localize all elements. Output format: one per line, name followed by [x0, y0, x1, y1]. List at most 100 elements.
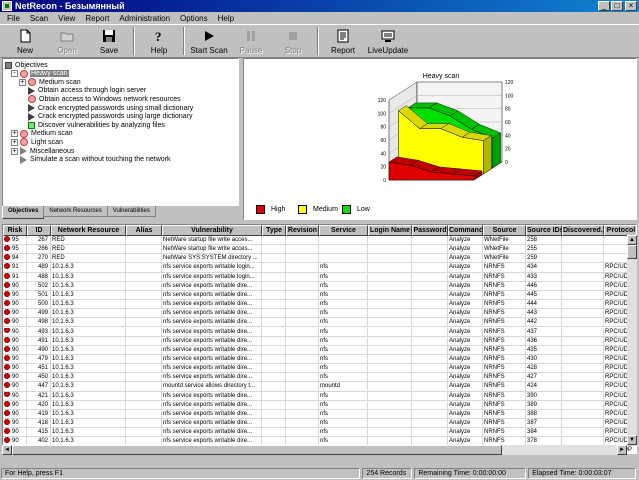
column-header[interactable]: Revision: [286, 225, 319, 236]
tree-item[interactable]: Obtain access through login server: [19, 86, 147, 95]
table-row[interactable]: 90 499 10.1.6.3 nfs service exports writabl…: [3, 309, 636, 319]
scroll-thumb-horizontal[interactable]: [12, 445, 502, 455]
column-header[interactable]: Risk: [3, 225, 27, 236]
pause-button[interactable]: Pause: [230, 25, 272, 57]
column-header[interactable]: Password: [412, 225, 448, 236]
table-cell: [262, 263, 286, 273]
menu-file[interactable]: File: [2, 14, 25, 23]
minimize-button[interactable]: _: [598, 1, 610, 11]
new-button[interactable]: New: [4, 25, 46, 57]
tree-item[interactable]: + Light scan: [11, 138, 64, 147]
grid-horizontal-scrollbar[interactable]: ◄ ►: [2, 445, 627, 455]
table-row[interactable]: 90 500 10.1.6.3 nfs service exports writabl…: [3, 300, 636, 310]
column-header[interactable]: Alias: [126, 225, 162, 236]
tree-item[interactable]: + Miscellaneous: [11, 147, 75, 155]
menu-options[interactable]: Options: [175, 14, 213, 23]
report-button[interactable]: Report: [322, 25, 364, 57]
column-header[interactable]: Network Resource: [51, 225, 126, 236]
tree-item[interactable]: Crack encrypted passwords using small di…: [19, 104, 194, 112]
tree-item[interactable]: - Heavy scan: [11, 69, 69, 78]
table-row[interactable]: 90 491 10.1.6.3 nfs service exports writabl…: [3, 336, 636, 346]
menu-administration[interactable]: Administration: [114, 14, 175, 23]
table-cell: nfs: [319, 345, 368, 355]
risk-high-icon: [4, 327, 10, 334]
column-header[interactable]: Source: [483, 225, 526, 236]
maximize-button[interactable]: □: [611, 1, 623, 11]
column-header[interactable]: ID: [27, 225, 51, 236]
table-row[interactable]: 90 418 10.1.6.3 nfs service exports writabl…: [3, 419, 636, 429]
menu-view[interactable]: View: [53, 14, 80, 23]
scroll-down-button[interactable]: ▼: [627, 435, 637, 445]
scroll-up-button[interactable]: ▲: [627, 235, 637, 245]
grid-vertical-scrollbar[interactable]: ▲ ▼: [627, 235, 637, 445]
tree-item[interactable]: + Medium scan: [19, 78, 82, 87]
column-header[interactable]: Source IDs: [526, 225, 562, 236]
scroll-left-button[interactable]: ◄: [2, 445, 12, 455]
tab-network-resources[interactable]: Network Resources: [43, 206, 108, 217]
table-row[interactable]: 91 489 10.1.6.3 nfs service exports writabl…: [3, 263, 636, 273]
open-button[interactable]: Open: [46, 25, 88, 57]
liveupdate-button[interactable]: LiveUpdate: [364, 25, 412, 57]
start-scan-button-label: Start Scan: [190, 46, 228, 55]
start-scan-button[interactable]: Start Scan: [188, 25, 230, 57]
column-header[interactable]: Type: [262, 225, 286, 236]
tree-item[interactable]: Discover vulnerabilities by analyzing fi…: [19, 121, 166, 129]
table-cell: 267: [27, 236, 51, 246]
table-row[interactable]: 90 421 10.1.6.3 nfs service exports writabl…: [3, 391, 636, 401]
table-row[interactable]: 95 267 RED NetWare startup file write acces…: [3, 236, 636, 246]
table-row[interactable]: 91 488 10.1.6.3 nfs service exports writabl…: [3, 272, 636, 282]
risk-value: 90: [12, 392, 19, 399]
table-row[interactable]: 90 420 10.1.6.3 nfs service exports writabl…: [3, 400, 636, 410]
expand-icon[interactable]: +: [11, 130, 18, 138]
tab-vulnerabilities[interactable]: Vulnerabilities: [106, 206, 156, 217]
table-row[interactable]: 90 415 10.1.6.3 nfs service exports writabl…: [3, 428, 636, 438]
table-cell: nfs service exports writable dire...: [162, 428, 262, 438]
expand-icon[interactable]: +: [11, 138, 18, 146]
table-row[interactable]: 90 450 10.1.6.3 nfs service exports writabl…: [3, 373, 636, 383]
legend-high-label: High: [271, 206, 286, 213]
stop-button[interactable]: Stop: [272, 25, 314, 57]
objectives-tree[interactable]: Objectives - Heavy scan + Medium scan Obtain …: [2, 58, 239, 220]
table-row[interactable]: 90 501 10.1.6.3 nfs service exports writabl…: [3, 290, 636, 301]
table-row[interactable]: 95 266 RED NetWare startup file write acces…: [3, 245, 636, 255]
table-cell: [562, 254, 604, 264]
table-row[interactable]: 90 479 10.1.6.3 nfs service exports writabl…: [3, 354, 636, 365]
tree-item[interactable]: Obtain access to Windows network resourc…: [19, 95, 182, 104]
scroll-thumb-vertical[interactable]: [627, 245, 637, 259]
tree-item[interactable]: Objectives: [5, 61, 49, 69]
collapse-icon[interactable]: -: [11, 70, 18, 78]
table-cell: 390: [526, 391, 562, 401]
column-header[interactable]: Login Name: [368, 225, 412, 236]
scroll-right-button[interactable]: ►: [617, 445, 627, 455]
app-icon[interactable]: [2, 1, 12, 11]
column-header[interactable]: Vulnerability: [162, 225, 262, 236]
help-button[interactable]: ? Help: [138, 25, 180, 57]
table-row[interactable]: 90 451 10.1.6.3 nfs service exports writabl…: [3, 364, 636, 374]
expand-icon[interactable]: +: [19, 78, 26, 86]
tree-item[interactable]: Crack encrypted passwords using large di…: [19, 112, 193, 121]
table-cell: [286, 309, 319, 319]
table-row[interactable]: 94 270 RED NetWare SYS:SYSTEM directory ...…: [3, 254, 636, 264]
table-cell: NetWare SYS:SYSTEM directory ...: [162, 254, 262, 264]
risk-high-icon: [4, 373, 10, 380]
tab-objectives[interactable]: Objectives: [2, 206, 45, 219]
save-button[interactable]: Save: [88, 25, 130, 57]
tree-item[interactable]: + Medium scan: [11, 129, 74, 138]
expand-icon[interactable]: +: [11, 147, 18, 155]
column-header[interactable]: Command: [448, 225, 483, 236]
column-header[interactable]: Discovered...: [562, 225, 604, 236]
table-row[interactable]: 90 502 10.1.6.3 nfs service exports writabl…: [3, 281, 636, 291]
menu-help[interactable]: Help: [213, 14, 239, 23]
menu-scan[interactable]: Scan: [25, 14, 53, 23]
table-row[interactable]: 90 419 10.1.6.3 nfs service exports writabl…: [3, 409, 636, 419]
table-row[interactable]: 90 493 10.1.6.3 nfs service exports writabl…: [3, 327, 636, 337]
table-row[interactable]: 90 498 10.1.6.3 nfs service exports writabl…: [3, 318, 636, 328]
chart-right-tick-label: 80: [505, 107, 511, 113]
close-button[interactable]: ×: [625, 1, 637, 11]
table-row[interactable]: 90 490 10.1.6.3 nfs service exports writabl…: [3, 345, 636, 355]
tree-item[interactable]: Simulate a scan without touching the net…: [11, 155, 171, 164]
menu-report[interactable]: Report: [80, 14, 114, 23]
table-row[interactable]: 90 447 10.1.6.3 mountd service allows direc…: [3, 382, 636, 392]
column-header[interactable]: Service: [319, 225, 368, 236]
dark-triangle-icon: [28, 104, 35, 112]
